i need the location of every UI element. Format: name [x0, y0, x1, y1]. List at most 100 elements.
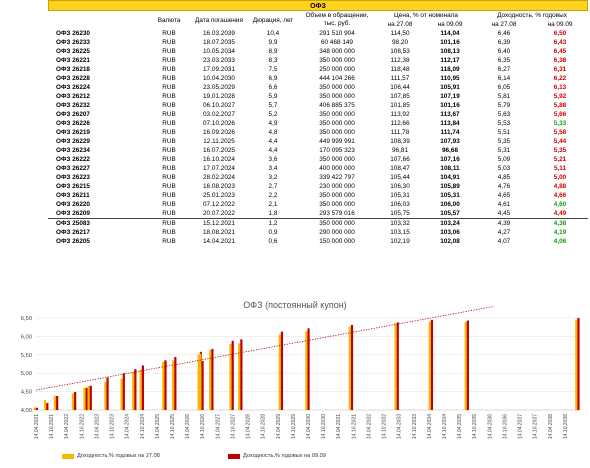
- price-date2-cell: 114,04: [440, 30, 460, 37]
- duration-cell: 4,8: [268, 129, 278, 136]
- yield-date2-cell: 5,92: [553, 93, 567, 100]
- duration-cell: 6,6: [268, 84, 278, 91]
- currency-cell: RUB: [162, 120, 176, 127]
- y-tick-label: 4,00: [21, 408, 32, 414]
- currency-cell: RUB: [162, 93, 176, 100]
- legend-label-1: Доходность,% годовых на 27.08: [77, 453, 160, 459]
- bond-name-cell: ОФЗ 26229: [56, 138, 90, 145]
- x-tick-label: 14.04.2037: [518, 414, 524, 439]
- maturity-cell: 07.12.2022: [203, 201, 235, 208]
- duration-cell: 3,2: [268, 174, 278, 181]
- yield-date2-cell: 5,11: [553, 165, 567, 172]
- price-date2-cell: 101,16: [440, 102, 460, 109]
- bar-series2: [231, 340, 234, 410]
- volume-cell: 291 510 904: [319, 30, 355, 37]
- price-date2-cell: 102,08: [440, 238, 460, 245]
- bar-series2: [106, 377, 109, 410]
- maturity-cell: 18.07.2035: [203, 39, 235, 46]
- yield-date1-cell: 6,05: [497, 84, 511, 91]
- duration-cell: 8,3: [268, 57, 278, 64]
- maturity-cell: 10.05.2034: [203, 48, 235, 55]
- yield-date2-cell: 5,44: [553, 138, 567, 145]
- yield-date1-cell: 4,27: [497, 229, 511, 236]
- table-row: ОФЗ 26233 RUB 18.07.2035 9,9 60 468 149 98,20…: [48, 38, 588, 47]
- currency-cell: RUB: [162, 57, 176, 64]
- currency-cell: RUB: [162, 84, 176, 91]
- yield-date1-cell: 6,35: [497, 57, 511, 64]
- bar-series1: [139, 369, 142, 410]
- bar-series1: [83, 387, 86, 410]
- bond-name-cell: ОФЗ 26215: [56, 183, 90, 190]
- legend-swatch-1: [62, 453, 74, 459]
- bar-series1: [44, 400, 47, 410]
- price-date2-cell: 110,95: [440, 75, 460, 82]
- currency-cell: RUB: [148, 218, 190, 228]
- yield-date1-cell: 6,27: [497, 66, 511, 73]
- volume-cell: 350 000 000: [319, 57, 355, 64]
- price-date1-cell: 111,78: [390, 129, 410, 136]
- header-name: [48, 11, 148, 29]
- duration-cell: 0,6: [268, 238, 278, 245]
- bar-series2: [141, 365, 145, 410]
- yield-date1-cell: 4,61: [497, 201, 511, 208]
- table-row: ОФЗ 26222 RUB 16.10.2024 3,6 350 000 000 107,…: [48, 155, 588, 164]
- bond-name-cell: ОФЗ 26224: [56, 84, 90, 91]
- bar-series1: [53, 395, 57, 410]
- maturity-cell: 15.12.2021: [190, 218, 248, 228]
- yield-date2-cell: 5,21: [553, 156, 567, 163]
- duration-cell: 5,9: [268, 93, 278, 100]
- price-date2-cell: 108,13: [440, 48, 460, 55]
- x-tick-label: 14.04.2022: [64, 414, 70, 439]
- volume-cell: 350 000 000: [319, 156, 355, 163]
- price-date2-cell: 104,91: [440, 174, 460, 181]
- volume-cell: 350 000 000: [319, 192, 355, 199]
- volume-cell: 170 095 323: [319, 147, 355, 154]
- volume-cell: 400 000 000: [319, 165, 355, 172]
- x-tick-label: 14.10.2032: [382, 414, 388, 439]
- volume-cell: 230 000 000: [319, 183, 355, 190]
- bond-name-cell: ОФЗ 26207: [56, 111, 90, 118]
- price-date2-cell: 107,16: [440, 156, 460, 163]
- bar-series2: [35, 407, 38, 410]
- yield-date2-cell: 6,38: [553, 57, 567, 64]
- currency-cell: RUB: [162, 201, 176, 208]
- duration-cell: 3,6: [268, 156, 278, 163]
- currency-cell: RUB: [162, 111, 176, 118]
- table-title: ОФЗ: [48, 0, 588, 11]
- header-price-date1: на 27.08: [387, 21, 413, 28]
- x-tick-label: 14.10.2034: [442, 414, 448, 439]
- x-tick-label: 14.10.2033: [412, 414, 418, 439]
- price-date2-cell: 113,84: [440, 120, 460, 127]
- yield-date2-cell: 6,50: [553, 30, 567, 37]
- x-tick-label: 14.10.2035: [472, 414, 478, 439]
- yield-date2-cell: 4,38: [532, 218, 589, 228]
- x-tick-label: 14.10.2029: [291, 414, 297, 439]
- yield-date1-cell: 5,51: [497, 129, 511, 136]
- y-tick-label: 6,50: [21, 316, 32, 322]
- x-tick-label: 14.04.2035: [457, 414, 463, 439]
- y-tick-label: 5,00: [21, 371, 32, 377]
- yield-date1-cell: 5,03: [497, 165, 511, 172]
- price-date2-cell: 96,68: [442, 147, 458, 154]
- volume-cell: 350 000 000: [319, 120, 355, 127]
- currency-cell: RUB: [162, 39, 176, 46]
- x-tick-label: 14.04.2027: [215, 414, 221, 439]
- yield-date1-cell: 5,63: [497, 111, 511, 118]
- bond-name-cell: ОФЗ 26217: [56, 229, 90, 236]
- price-date1-cell: 96,81: [392, 147, 408, 154]
- header-yield-date2: на 09.09: [547, 21, 573, 28]
- bar-series1: [229, 344, 232, 410]
- maturity-cell: 06.10.2027: [203, 102, 235, 109]
- bond-name-cell: ОФЗ 26228: [56, 75, 90, 82]
- y-tick-label: 4,50: [21, 390, 32, 396]
- maturity-cell: 16.09.2026: [203, 129, 235, 136]
- volume-cell: 250 000 000: [319, 66, 355, 73]
- yield-date2-cell: 6,13: [553, 84, 567, 91]
- bar-series1: [348, 326, 351, 410]
- yield-date2-cell: 4,66: [553, 192, 567, 199]
- table-row: ОФЗ 26217 RUB 18.08.2021 0,9 290 000 000 103,…: [48, 228, 588, 237]
- maturity-cell: 17.07.2024: [203, 165, 235, 172]
- yield-chart: 4,00 4,50 5,00 5,50 6,00 6,50 14.04.2021 14.10.…: [21, 306, 580, 439]
- price-date2-cell: 105,89: [440, 183, 460, 190]
- bond-name-cell: ОФЗ 26225: [56, 48, 90, 55]
